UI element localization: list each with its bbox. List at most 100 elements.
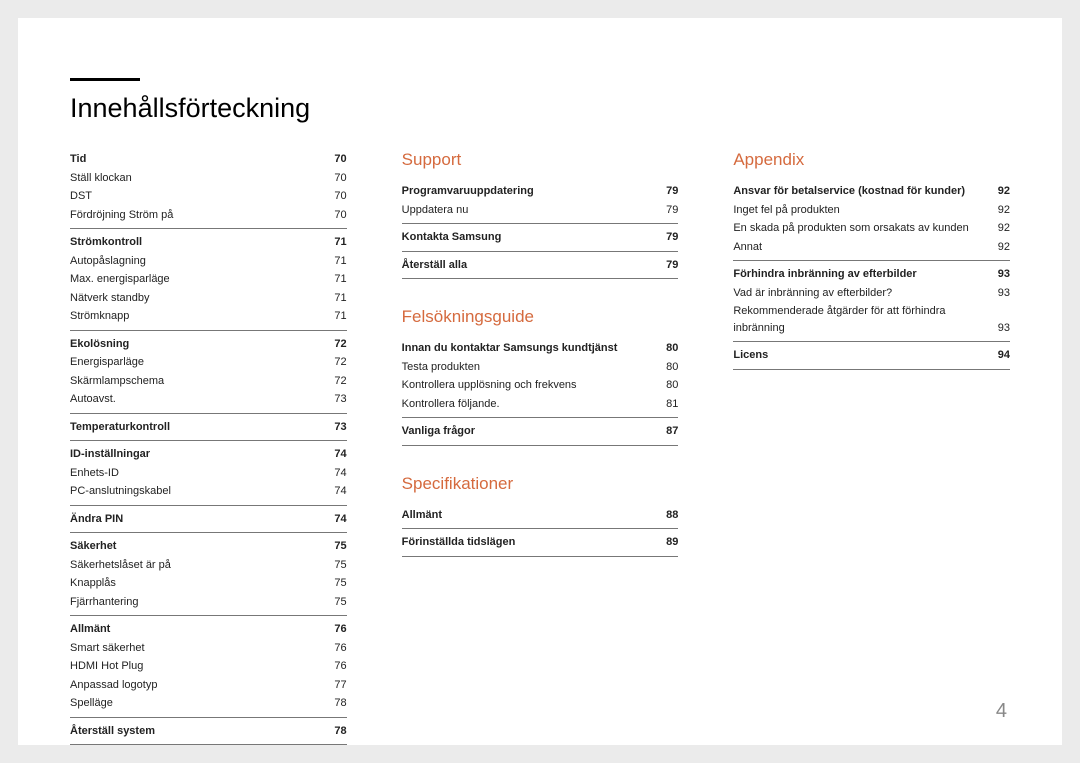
toc-entry-label: Ställ klockan xyxy=(70,170,323,187)
toc-entry-page: 71 xyxy=(323,234,347,251)
toc-entry[interactable]: Kontakta Samsung79 xyxy=(402,228,679,247)
toc-entry[interactable]: Enhets-ID74 xyxy=(70,464,347,483)
toc-group: Allmänt76Smart säkerhet76HDMI Hot Plug76… xyxy=(70,620,347,713)
toc-group: Strömkontroll71Autopåslagning71Max. ener… xyxy=(70,233,347,326)
toc-entry[interactable]: Ändra PIN74 xyxy=(70,510,347,529)
toc-entry[interactable]: Autoavst.73 xyxy=(70,390,347,409)
chapter-heading[interactable]: Appendix xyxy=(733,150,1010,170)
toc-group: Återställ system78 xyxy=(70,722,347,741)
toc-entry[interactable]: Återställ system78 xyxy=(70,722,347,741)
toc-entry[interactable]: Kontrollera upplösning och frekvens80 xyxy=(402,376,679,395)
toc-entry[interactable]: Anpassad logotyp77 xyxy=(70,676,347,695)
toc-entry-page: 93 xyxy=(986,320,1010,337)
toc-entry-label: Anpassad logotyp xyxy=(70,677,323,694)
toc-entry[interactable]: Spelläge78 xyxy=(70,694,347,713)
toc-entry[interactable]: Max. energisparläge71 xyxy=(70,270,347,289)
toc-entry-label: Innan du kontaktar Samsungs kundtjänst xyxy=(402,340,655,357)
toc-entry[interactable]: Inget fel på produkten92 xyxy=(733,201,1010,220)
divider xyxy=(402,251,679,252)
toc-entry-page: 71 xyxy=(323,308,347,325)
chapter-heading[interactable]: Specifikationer xyxy=(402,474,679,494)
toc-entry[interactable]: Säkerhet75 xyxy=(70,537,347,556)
chapter-heading[interactable]: Felsökningsguide xyxy=(402,307,679,327)
toc-entry-page: 79 xyxy=(654,183,678,200)
toc-entry[interactable]: Säkerhetslåset är på75 xyxy=(70,556,347,575)
toc-entry[interactable]: Ansvar för betalservice (kostnad för kun… xyxy=(733,182,1010,201)
toc-entry[interactable]: Allmänt76 xyxy=(70,620,347,639)
toc-entry[interactable]: Rekommenderade åtgärder för att förhindr… xyxy=(733,302,1010,337)
toc-entry[interactable]: Återställ alla79 xyxy=(402,256,679,275)
toc-entry-page: 81 xyxy=(654,396,678,413)
toc-entry[interactable]: Autopåslagning71 xyxy=(70,252,347,271)
toc-entry-page: 71 xyxy=(323,290,347,307)
toc-group: Licens94 xyxy=(733,346,1010,365)
toc-entry-page: 79 xyxy=(654,202,678,219)
toc-entry[interactable]: Temperaturkontroll73 xyxy=(70,418,347,437)
toc-entry[interactable]: Testa produkten80 xyxy=(402,358,679,377)
toc-entry-page: 80 xyxy=(654,359,678,376)
toc-entry-page: 75 xyxy=(323,594,347,611)
toc-entry[interactable]: Vanliga frågor87 xyxy=(402,422,679,441)
chapter-heading[interactable]: Support xyxy=(402,150,679,170)
toc-entry[interactable]: Innan du kontaktar Samsungs kundtjänst80 xyxy=(402,339,679,358)
toc-entry[interactable]: Knapplås75 xyxy=(70,574,347,593)
toc-entry[interactable]: Programvaruuppdatering79 xyxy=(402,182,679,201)
toc-entry-label: Återställ system xyxy=(70,723,323,740)
toc-entry[interactable]: Fjärrhantering75 xyxy=(70,593,347,612)
toc-column: Tid70Ställ klockan70DST70Fördröjning Str… xyxy=(70,150,347,749)
toc-entry-page: 79 xyxy=(654,257,678,274)
toc-entry-page: 70 xyxy=(323,188,347,205)
toc-group: Programvaruuppdatering79Uppdatera nu79 xyxy=(402,182,679,219)
toc-entry[interactable]: Fördröjning Ström på70 xyxy=(70,206,347,225)
toc-entry[interactable]: HDMI Hot Plug76 xyxy=(70,657,347,676)
toc-entry-page: 70 xyxy=(323,170,347,187)
toc-entry-label: Testa produkten xyxy=(402,359,655,376)
toc-group: Återställ alla79 xyxy=(402,256,679,275)
toc-entry-label: Spelläge xyxy=(70,695,323,712)
toc-entry-label: Autopåslagning xyxy=(70,253,323,270)
toc-group: Kontakta Samsung79 xyxy=(402,228,679,247)
toc-entry[interactable]: Tid70 xyxy=(70,150,347,169)
toc-entry[interactable]: En skada på produkten som orsakats av ku… xyxy=(733,219,1010,238)
toc-entry[interactable]: ID-inställningar74 xyxy=(70,445,347,464)
toc-entry[interactable]: Smart säkerhet76 xyxy=(70,639,347,658)
document-page: Innehållsförteckning Tid70Ställ klockan7… xyxy=(18,18,1062,745)
toc-entry[interactable]: Skärmlampschema72 xyxy=(70,372,347,391)
toc-entry-label: Annat xyxy=(733,239,986,256)
toc-entry[interactable]: Strömkontroll71 xyxy=(70,233,347,252)
toc-entry-label: Kontakta Samsung xyxy=(402,229,655,246)
toc-entry[interactable]: Nätverk standby71 xyxy=(70,289,347,308)
toc-entry[interactable]: Förhindra inbränning av efterbilder93 xyxy=(733,265,1010,284)
toc-group: Förhindra inbränning av efterbilder93Vad… xyxy=(733,265,1010,337)
toc-column: Appendix Ansvar för betalservice (kostnad… xyxy=(733,150,1010,749)
toc-entry-page: 73 xyxy=(323,391,347,408)
divider xyxy=(70,532,347,533)
toc-entry[interactable]: DST70 xyxy=(70,187,347,206)
toc-entry[interactable]: Ställ klockan70 xyxy=(70,169,347,188)
toc-entry[interactable]: Vad är inbränning av efterbilder?93 xyxy=(733,284,1010,303)
toc-entry[interactable]: Strömknapp71 xyxy=(70,307,347,326)
toc-group: Vanliga frågor87 xyxy=(402,422,679,441)
divider xyxy=(70,330,347,331)
toc-entry[interactable]: Förinställda tidslägen89 xyxy=(402,533,679,552)
toc-entry[interactable]: Allmänt88 xyxy=(402,506,679,525)
toc-entry[interactable]: Energisparläge72 xyxy=(70,353,347,372)
toc-group: Ekolösning72Energisparläge72Skärmlampsch… xyxy=(70,335,347,409)
toc-entry-label: Temperaturkontroll xyxy=(70,419,323,436)
toc-entry[interactable]: PC-anslutningskabel74 xyxy=(70,482,347,501)
toc-entry-page: 75 xyxy=(323,557,347,574)
toc-entry-label: Vad är inbränning av efterbilder? xyxy=(733,285,986,302)
toc-entry[interactable]: Annat92 xyxy=(733,238,1010,257)
toc-entry-label: Vanliga frågor xyxy=(402,423,655,440)
toc-entry[interactable]: Uppdatera nu79 xyxy=(402,201,679,220)
toc-entry-page: 71 xyxy=(323,253,347,270)
toc-entry-page: 72 xyxy=(323,336,347,353)
toc-entry-page: 72 xyxy=(323,354,347,371)
toc-group: Ändra PIN74 xyxy=(70,510,347,529)
toc-entry[interactable]: Ekolösning72 xyxy=(70,335,347,354)
toc-entry-label: Säkerhet xyxy=(70,538,323,555)
divider xyxy=(70,413,347,414)
toc-entry[interactable]: Kontrollera följande.81 xyxy=(402,395,679,414)
toc-entry[interactable]: Licens94 xyxy=(733,346,1010,365)
toc-entry-page: 75 xyxy=(323,538,347,555)
